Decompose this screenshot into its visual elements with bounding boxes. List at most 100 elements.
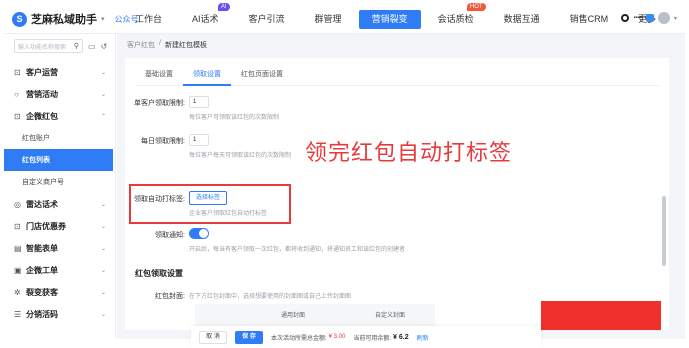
toggle-knob	[199, 229, 208, 238]
sidebar-menu: ⊡ 客户运营 ⌄ ○ 营销活动 ⌄ ⊡ 企微红包 ⌃ 红包账户 红包列表 自定义…	[4, 61, 116, 325]
nav-item-marketing-fission[interactable]: 营销裂变	[358, 9, 421, 29]
app-logo[interactable]: S 芝麻私域助手 ▾ 公众号	[12, 11, 139, 27]
section-title: 红包领取设置	[135, 269, 183, 278]
daily-limit-hint: 每位客户每天可领取该红包的次数限制	[189, 153, 292, 159]
ticket-icon: ▣	[14, 265, 22, 275]
sidebar-subitem-redpacket-account[interactable]: 红包账户	[4, 127, 116, 149]
corp-logo-icon	[621, 14, 630, 22]
chevron-down-icon: ⌄	[100, 245, 106, 252]
radar-icon: ◎	[14, 199, 21, 209]
notify-hint: 开启后，每当有客户领取一次红包，都将收到通知，将通知员工和该红包的创建者	[189, 247, 406, 253]
daily-limit-label: 每日领取限制:	[141, 138, 185, 145]
tab-basic-settings[interactable]: 基础设置	[135, 64, 183, 86]
chevron-up-icon: ⌃	[100, 113, 106, 120]
sidebar-subitem-custom-merchant[interactable]: 自定义商户号	[4, 171, 116, 193]
sidebar-item-radar[interactable]: ◎ 雷达话术 ⌄	[4, 193, 116, 215]
chevron-down-icon: ⌄	[100, 289, 106, 296]
chevron-down-icon[interactable]: ▾	[674, 15, 677, 22]
balance-label: 当前可用余额:	[353, 335, 392, 342]
breadcrumb: 客户红包 / 新建红包模板	[127, 40, 207, 50]
single-limit-hint: 每位客户可领取该红包的次数限制	[189, 115, 280, 121]
tab-page-settings[interactable]: 红包页面设置	[231, 64, 293, 86]
auto-tag-label: 领取自动打标签:	[134, 196, 185, 203]
cover-column-general[interactable]: 通用封面	[281, 310, 305, 319]
chevron-down-icon: ⌄	[100, 311, 106, 318]
nav-item-workbench[interactable]: 工作台	[122, 10, 175, 29]
tab-receive-settings[interactable]: 领取设置	[183, 64, 231, 86]
scrollbar[interactable]	[662, 196, 666, 266]
search-placeholder: 输入功能名称搜索	[18, 44, 67, 51]
single-limit-input[interactable]: 1	[189, 96, 209, 108]
notify-toggle[interactable]	[189, 228, 209, 239]
auto-tag-hint: 企业客户领取红包自动打标签	[189, 211, 268, 217]
app-window: S 芝麻私域助手 ▾ 公众号 工作台 AI话术 AI 客户引流 群管理 营销裂变 …	[0, 0, 689, 348]
single-limit-label: 单客户领取限制:	[134, 100, 185, 107]
notify-label: 领取通知:	[155, 232, 185, 239]
estimate-label: 本次活动所需总金额:	[271, 335, 327, 342]
form-icon: ▤	[14, 243, 22, 253]
balance-value: ¥ 6.2	[393, 333, 409, 341]
hot-badge: HOT	[466, 2, 486, 11]
search-icon[interactable]: ⚲	[74, 42, 79, 50]
sidebar-item-marketing[interactable]: ○ 营销活动 ⌄	[4, 83, 116, 105]
nav-item-sales-crm[interactable]: 销售CRM	[557, 10, 622, 29]
cover-column-custom[interactable]: 自定义封面	[375, 310, 405, 319]
footer-bar: 取 消 保 存 本次活动所需总金额: ¥ 3.00 当前可用余额: ¥ 6.2 …	[191, 326, 541, 348]
sidebar-item-smart-form[interactable]: ▤ 智能表单 ⌄	[4, 237, 116, 259]
breadcrumb-separator: /	[159, 40, 161, 47]
chevron-down-icon: ⌄	[100, 267, 106, 274]
save-icon[interactable]: ▭	[88, 42, 96, 51]
chevron-down-icon: ⌄	[100, 223, 106, 230]
cancel-button[interactable]: 取 消	[199, 330, 227, 344]
redpacket-icon: ⊡	[14, 111, 21, 121]
ai-badge: AI	[217, 2, 230, 11]
chevron-down-icon: ⌄	[100, 69, 106, 76]
estimate-value: ¥ 3.00	[328, 334, 346, 340]
avatar[interactable]	[657, 12, 670, 24]
sidebar-subitem-redpacket-list[interactable]: 红包列表	[4, 149, 113, 171]
marketing-icon: ○	[14, 89, 19, 99]
main-nav: 工作台 AI话术 AI 客户引流 群管理 营销裂变 会话质检 HOT 数据互通 销售…	[122, 2, 679, 34]
main-content: 客户红包 / 新建红包模板 基础设置 领取设置 红包页面设置 单客户领取限制: …	[117, 34, 685, 348]
nav-item-data-sync[interactable]: 数据互通	[491, 10, 553, 29]
chevron-down-icon: ⌄	[100, 201, 106, 208]
sidebar-item-fission[interactable]: ✲ 裂变获客 ⌄	[4, 281, 116, 303]
daily-limit-input[interactable]: 1	[189, 134, 209, 146]
sidebar-search-row: 输入功能名称搜索 ⚲ ▭ ↺	[14, 39, 107, 53]
cover-hint: 在下方红包封面中，选择想要使用的封面图或自己上传封面图	[189, 294, 352, 300]
chevron-down-icon: ▾	[101, 16, 105, 23]
nav-item-group-management[interactable]: 群管理	[302, 10, 355, 29]
top-right-tools: ▪▪▪▪ ▾	[621, 12, 677, 24]
coupon-icon: ⊡	[14, 221, 21, 231]
sidebar-item-distribution[interactable]: ☰ 分销活码 ⌄	[4, 303, 116, 325]
tab-bar: 基础设置 领取设置 红包页面设置	[135, 64, 659, 86]
annotation-text: 领完红包自动打标签	[305, 141, 513, 166]
breadcrumb-current: 新建红包模板	[164, 42, 207, 49]
chevron-down-icon: ⌄	[100, 91, 106, 98]
top-navigation-bar: S 芝麻私域助手 ▾ 公众号 工作台 AI话术 AI 客户引流 群管理 营销裂变 …	[4, 2, 685, 34]
sidebar-item-coupon[interactable]: ⊡ 门店优惠券 ⌄	[4, 215, 116, 237]
sidebar-item-customer-ops[interactable]: ⊡ 客户运营 ⌄	[4, 61, 116, 83]
save-button[interactable]: 保 存	[235, 330, 263, 344]
nav-item-session-inspection[interactable]: 会话质检 HOT	[425, 2, 487, 29]
search-input[interactable]: 输入功能名称搜索 ⚲	[14, 39, 83, 53]
sidebar-item-redpacket[interactable]: ⊡ 企微红包 ⌃	[4, 105, 116, 127]
history-icon[interactable]: ↺	[101, 42, 108, 51]
app-logo-icon: S	[12, 11, 27, 27]
breadcrumb-parent[interactable]: 客户红包	[127, 40, 155, 50]
sidebar-item-ticket[interactable]: ▣ 企微工单 ⌄	[4, 259, 116, 281]
corp-badge-icon	[645, 14, 654, 22]
select-tag-button[interactable]: 选择标签	[189, 191, 227, 205]
corp-name-icon: ▪▪▪▪	[633, 15, 642, 21]
cover-label: 红包封面:	[155, 293, 185, 300]
nav-item-customer-traffic[interactable]: 客户引流	[236, 10, 298, 29]
app-name: 芝麻私域助手	[31, 14, 97, 26]
customer-icon: ⊡	[14, 67, 21, 77]
sidebar: 输入功能名称搜索 ⚲ ▭ ↺ ⊡ 客户运营 ⌄ ○ 营销活动 ⌄ ⊡ 企微红包 …	[4, 34, 116, 339]
nav-item-ai-script[interactable]: AI话术 AI	[179, 2, 232, 29]
refresh-link[interactable]: 刷新	[417, 333, 429, 342]
fission-icon: ✲	[14, 287, 21, 297]
distribution-icon: ☰	[14, 309, 22, 319]
form-card: 基础设置 领取设置 红包页面设置 单客户领取限制: 1 每位客户可领取该红包的次…	[125, 58, 669, 348]
redpacket-preview	[541, 301, 661, 330]
